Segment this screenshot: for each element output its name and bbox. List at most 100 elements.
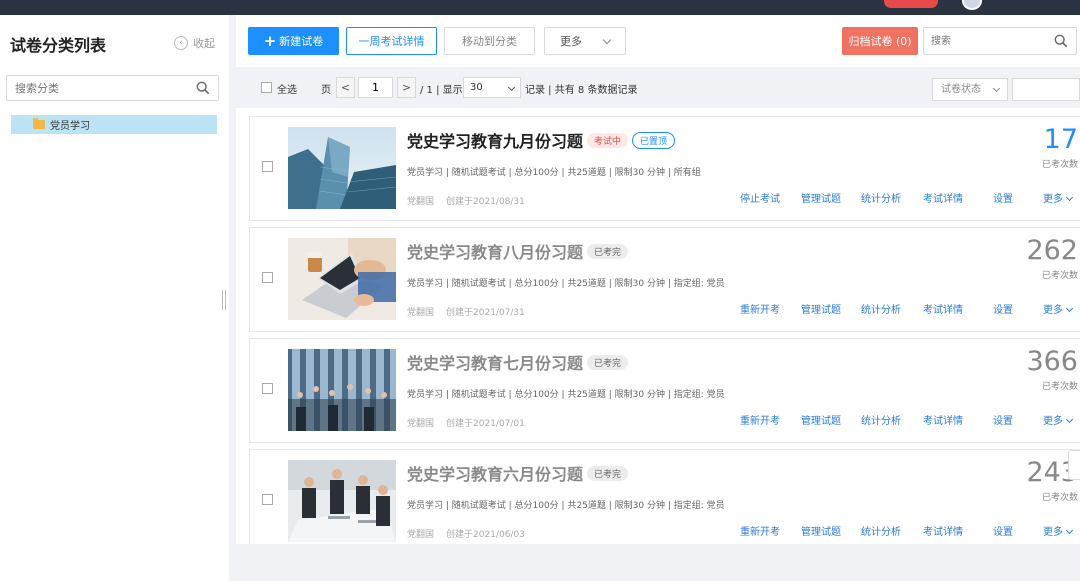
search-icon[interactable] — [196, 81, 210, 95]
status-badge: 考试中 — [587, 133, 629, 148]
paper-thumbnail[interactable] — [288, 238, 396, 320]
paper-author: 党翻国 — [407, 197, 435, 207]
more-link-label: 更多 — [1043, 194, 1063, 205]
paper-meta: 党员学习 | 随机试题考试 | 总分100分 | 共25道题 | 限制30 分钟… — [407, 501, 725, 511]
more-dropdown[interactable]: 更多 — [544, 27, 626, 55]
more-link[interactable]: 更多 — [1043, 301, 1074, 316]
move-to-category-button[interactable]: 移动到分类 — [444, 27, 535, 55]
folder-icon — [33, 118, 45, 129]
header-red-button[interactable] — [884, 0, 938, 8]
status-badge: 已考完 — [587, 466, 629, 481]
sidebar-title: 试卷分类列表 — [10, 36, 107, 55]
paper-thumbnail[interactable] — [288, 349, 396, 431]
page-size-value: 30 — [470, 82, 483, 93]
settings-link[interactable]: 设置 — [993, 301, 1013, 316]
paper-checkbox[interactable] — [262, 272, 273, 283]
weekly-details-button[interactable]: 一周考试详情 — [346, 27, 437, 55]
new-paper-button[interactable]: + 新建试卷 — [248, 27, 339, 55]
stop-exam-link[interactable]: 停止考试 — [740, 190, 780, 205]
paper-search-input[interactable] — [924, 28, 1044, 54]
more-link-label: 更多 — [1043, 305, 1063, 316]
statistics-link[interactable]: 统计分析 — [861, 523, 901, 538]
paper-created-date: 创建于2021/06/03 — [446, 530, 525, 540]
select-all-checkbox[interactable] — [261, 82, 272, 93]
paper-title-text: 党史学习教育九月份习题 — [407, 132, 584, 151]
paper-thumbnail[interactable] — [288, 127, 396, 209]
floating-side-tab[interactable] — [1068, 450, 1080, 480]
paper-search-box — [923, 27, 1077, 55]
restart-exam-link[interactable]: 重新开考 — [740, 523, 780, 538]
category-search-input[interactable] — [7, 76, 187, 100]
exam-details-link[interactable]: 考试详情 — [923, 523, 963, 538]
list-control-bar: 全选 页 < > / 1 | 显示 30 记录 | 共有 8 条数据记录 试卷状… — [236, 72, 1080, 108]
top-header-bar — [0, 0, 1080, 15]
paper-card: 党史学习教育九月份习题 考试中 已置顶 党员学习 | 随机试题考试 | 总分100分… — [249, 116, 1080, 221]
more-link[interactable]: 更多 — [1043, 523, 1074, 538]
prev-page-button[interactable]: < — [336, 77, 355, 98]
page-number-input[interactable] — [358, 77, 393, 98]
chevron-down-icon — [1065, 526, 1074, 535]
paper-checkbox[interactable] — [262, 494, 273, 505]
search-icon[interactable] — [1054, 34, 1068, 48]
user-avatar[interactable] — [962, 0, 982, 10]
statistics-link[interactable]: 统计分析 — [861, 301, 901, 316]
settings-link[interactable]: 设置 — [993, 412, 1013, 427]
settings-link[interactable]: 设置 — [993, 523, 1013, 538]
manage-questions-link[interactable]: 管理试题 — [801, 412, 841, 427]
manage-questions-link[interactable]: 管理试题 — [801, 301, 841, 316]
chevron-down-icon — [507, 83, 516, 92]
exam-details-link[interactable]: 考试详情 — [923, 190, 963, 205]
paper-status-filter[interactable]: 试卷状态 — [932, 78, 1008, 101]
more-link[interactable]: 更多 — [1043, 412, 1074, 427]
filter-input[interactable] — [1012, 78, 1080, 101]
new-paper-label: 新建试卷 — [279, 35, 324, 48]
paper-title[interactable]: 党史学习教育八月份习题 已考完 — [407, 239, 629, 263]
chevron-down-icon — [602, 35, 612, 44]
paper-list: 党史学习教育九月份习题 考试中 已置顶 党员学习 | 随机试题考试 | 总分100分… — [236, 108, 1080, 544]
statistics-link[interactable]: 统计分析 — [861, 190, 901, 205]
exam-details-link[interactable]: 考试详情 — [923, 412, 963, 427]
exam-details-link[interactable]: 考试详情 — [923, 301, 963, 316]
paper-meta: 党员学习 | 随机试题考试 | 总分100分 | 共25道题 | 限制30 分钟… — [407, 168, 701, 178]
status-badge: 已考完 — [587, 355, 629, 370]
plus-icon: + — [263, 32, 277, 50]
paper-title[interactable]: 党史学习教育九月份习题 考试中 已置顶 — [407, 128, 676, 152]
manage-questions-link[interactable]: 管理试题 — [801, 190, 841, 205]
more-link[interactable]: 更多 — [1043, 190, 1074, 205]
exam-count-label: 已考次数 — [1041, 160, 1078, 170]
main-toolbar: + 新建试卷 一周考试详情 移动到分类 更多 归档试卷 (0) — [236, 15, 1080, 67]
sidebar-resize-handle[interactable] — [222, 290, 226, 310]
paper-created-date: 创建于2021/07/01 — [446, 419, 525, 429]
manage-questions-link[interactable]: 管理试题 — [801, 523, 841, 538]
collapse-sidebar-button[interactable]: ‹ 收起 — [174, 35, 215, 51]
tree-item-party-study[interactable]: 党员学习 — [11, 115, 217, 134]
archive-papers-button[interactable]: 归档试卷 (0) — [842, 27, 918, 55]
paper-title[interactable]: 党史学习教育六月份习题 已考完 — [407, 461, 629, 485]
category-sidebar: 试卷分类列表 ‹ 收起 党员学习 — [0, 15, 229, 581]
restart-exam-link[interactable]: 重新开考 — [740, 301, 780, 316]
chevron-down-icon — [1065, 304, 1074, 313]
restart-exam-link[interactable]: 重新开考 — [740, 412, 780, 427]
paper-meta: 党员学习 | 随机试题考试 | 总分100分 | 共25道题 | 限制30 分钟… — [407, 279, 725, 289]
paper-title[interactable]: 党史学习教育七月份习题 已考完 — [407, 350, 629, 374]
paper-author-line: 党翻国 创建于2021/08/31 — [407, 194, 525, 207]
paper-title-text: 党史学习教育六月份习题 — [407, 465, 584, 484]
records-count-text: 记录 | 共有 8 条数据记录 — [525, 85, 638, 96]
paper-checkbox[interactable] — [262, 383, 273, 394]
status-filter-label: 试卷状态 — [941, 84, 981, 95]
paper-created-date: 创建于2021/08/31 — [446, 197, 525, 207]
next-page-button[interactable]: > — [397, 77, 416, 98]
select-all-label: 全选 — [277, 85, 297, 96]
paper-thumbnail[interactable] — [288, 460, 396, 542]
exam-count-label: 已考次数 — [1041, 382, 1078, 392]
paper-author-line: 党翻国 创建于2021/07/01 — [407, 416, 525, 429]
statistics-link[interactable]: 统计分析 — [861, 412, 901, 427]
settings-link[interactable]: 设置 — [993, 190, 1013, 205]
paper-author-line: 党翻国 创建于2021/07/31 — [407, 305, 525, 318]
page-total-label: / 1 | 显示 — [420, 85, 463, 96]
more-link-label: 更多 — [1043, 416, 1063, 427]
paper-checkbox[interactable] — [262, 161, 273, 172]
exam-count: 17 — [1043, 124, 1078, 155]
paper-author: 党翻国 — [407, 530, 435, 540]
page-size-select[interactable]: 30 — [463, 77, 521, 98]
